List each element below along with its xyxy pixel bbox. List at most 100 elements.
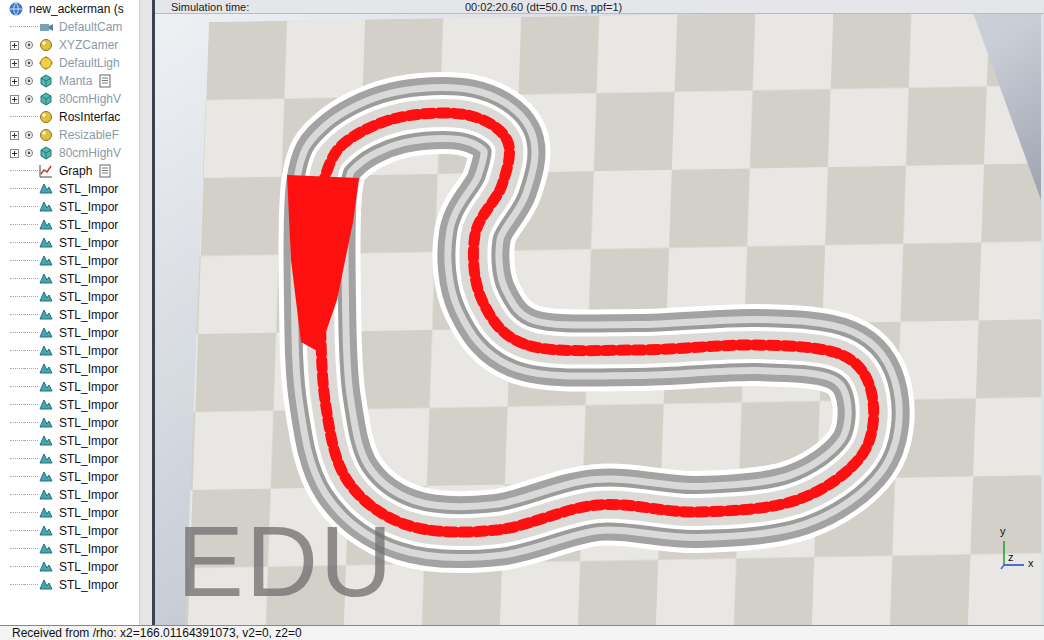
mesh-icon	[38, 217, 54, 233]
item-label: STL_Impor	[59, 452, 118, 466]
scene-tree-item[interactable]: XYZCamer	[0, 36, 139, 54]
mesh-icon	[38, 469, 54, 485]
expand-toggle[interactable]	[10, 41, 19, 50]
item-label: new_ackerman (s	[29, 2, 124, 16]
scene-tree-item[interactable]: STL_Impor	[0, 180, 139, 198]
world-icon	[8, 1, 24, 17]
scene-tree-item[interactable]: STL_Impor	[0, 378, 139, 396]
scene-tree-item[interactable]: 80cmHighV	[0, 144, 139, 162]
scene-tree-item[interactable]: STL_Impor	[0, 432, 139, 450]
item-label: STL_Impor	[59, 362, 118, 376]
scene-tree-item[interactable]: ResizableF	[0, 126, 139, 144]
item-label: STL_Impor	[59, 236, 118, 250]
camera-icon	[38, 19, 54, 35]
main-area: new_ackerman (s DefaultCam XYZCamer Default…	[0, 0, 1044, 625]
scene-tree-item[interactable]: STL_Impor	[0, 216, 139, 234]
shape-icon	[38, 145, 54, 161]
mesh-icon	[38, 307, 54, 323]
scene-tree-item[interactable]: Graph	[0, 162, 139, 180]
axis-z-label: z	[1008, 551, 1014, 563]
visibility-icon[interactable]	[24, 40, 34, 50]
mesh-icon	[38, 505, 54, 521]
shape-icon	[38, 73, 54, 89]
visibility-icon[interactable]	[24, 148, 34, 158]
scene-tree-item[interactable]: STL_Impor	[0, 342, 139, 360]
mesh-icon	[38, 559, 54, 575]
shape-icon	[38, 91, 54, 107]
expand-toggle[interactable]	[10, 77, 19, 86]
scene-tree-item[interactable]: STL_Impor	[0, 306, 139, 324]
visibility-icon[interactable]	[24, 76, 34, 86]
simulation-time-label: Simulation time:	[155, 1, 465, 13]
scene-tree-item[interactable]: STL_Impor	[0, 252, 139, 270]
scene-tree-item[interactable]: new_ackerman (s	[0, 0, 139, 18]
scene-tree-item[interactable]: Manta	[0, 72, 139, 90]
scene-tree-item[interactable]: STL_Impor	[0, 450, 139, 468]
visibility-icon[interactable]	[24, 94, 34, 104]
dummy-icon	[38, 37, 54, 53]
scene-tree-item[interactable]: STL_Impor	[0, 324, 139, 342]
item-label: STL_Impor	[59, 506, 118, 520]
scene-tree-item[interactable]: STL_Impor	[0, 486, 139, 504]
mesh-icon	[38, 415, 54, 431]
mesh-icon	[38, 271, 54, 287]
scene-tree-item[interactable]: 80cmHighV	[0, 90, 139, 108]
scene-tree-item[interactable]: STL_Impor	[0, 234, 139, 252]
mesh-icon	[38, 325, 54, 341]
scene-tree-item[interactable]: STL_Impor	[0, 558, 139, 576]
mesh-icon	[38, 397, 54, 413]
expand-toggle[interactable]	[10, 149, 19, 158]
mesh-icon	[38, 487, 54, 503]
simulation-info-bar: Simulation time:00:02:20.60 (dt=50.0 ms,…	[155, 0, 1044, 14]
scene-tree-item[interactable]: RosInterfac	[0, 108, 139, 126]
scene-tree-item[interactable]: DefaultCam	[0, 18, 139, 36]
scene-canvas[interactable]: EDU yzx	[155, 14, 1044, 625]
tree-scrollbar[interactable]	[139, 0, 152, 625]
scene-tree-item[interactable]: STL_Impor	[0, 396, 139, 414]
view-column: Simulation time:00:02:20.60 (dt=50.0 ms,…	[155, 0, 1044, 625]
visibility-icon[interactable]	[24, 58, 34, 68]
item-label: 80cmHighV	[59, 146, 121, 160]
item-label: STL_Impor	[59, 200, 118, 214]
expand-toggle[interactable]	[10, 95, 19, 104]
mesh-icon	[38, 577, 54, 593]
item-label: STL_Impor	[59, 416, 118, 430]
visibility-icon[interactable]	[24, 130, 34, 140]
item-label: STL_Impor	[59, 182, 118, 196]
item-label: RosInterfac	[59, 110, 120, 124]
expand-toggle[interactable]	[10, 59, 19, 68]
item-label: STL_Impor	[59, 434, 118, 448]
mesh-icon	[38, 199, 54, 215]
scene-tree-item[interactable]: STL_Impor	[0, 504, 139, 522]
scene-tree-item[interactable]: STL_Impor	[0, 270, 139, 288]
race-track	[319, 113, 873, 532]
scene-hierarchy: new_ackerman (s DefaultCam XYZCamer Default…	[0, 0, 155, 625]
scene-tree-item[interactable]: STL_Impor	[0, 540, 139, 558]
mesh-icon	[38, 343, 54, 359]
scene-tree-item[interactable]: STL_Impor	[0, 198, 139, 216]
scene-tree-item[interactable]: STL_Impor	[0, 468, 139, 486]
scene-tree-item[interactable]: STL_Impor	[0, 576, 139, 594]
item-label: STL_Impor	[59, 560, 118, 574]
dummy-icon	[38, 109, 54, 125]
mesh-icon	[38, 289, 54, 305]
item-label: Manta	[59, 74, 92, 88]
item-label: STL_Impor	[59, 308, 118, 322]
script-icon[interactable]	[98, 74, 112, 88]
scene-tree-item[interactable]: STL_Impor	[0, 414, 139, 432]
axis-indicator: yzx	[992, 531, 1036, 575]
item-label: STL_Impor	[59, 398, 118, 412]
scene-tree-item[interactable]: STL_Impor	[0, 360, 139, 378]
mesh-icon	[38, 361, 54, 377]
edu-watermark: EDU	[177, 511, 394, 611]
item-label: XYZCamer	[59, 38, 118, 52]
mesh-icon	[38, 379, 54, 395]
scene-tree-item[interactable]: DefaultLigh	[0, 54, 139, 72]
scene-tree-item[interactable]: STL_Impor	[0, 288, 139, 306]
expand-toggle[interactable]	[10, 131, 19, 140]
simulation-time-value: 00:02:20.60 (dt=50.0 ms, ppf=1)	[465, 1, 622, 13]
item-label: DefaultLigh	[59, 56, 120, 70]
dummy-icon	[38, 127, 54, 143]
script-icon[interactable]	[98, 164, 112, 178]
scene-tree-item[interactable]: STL_Impor	[0, 522, 139, 540]
